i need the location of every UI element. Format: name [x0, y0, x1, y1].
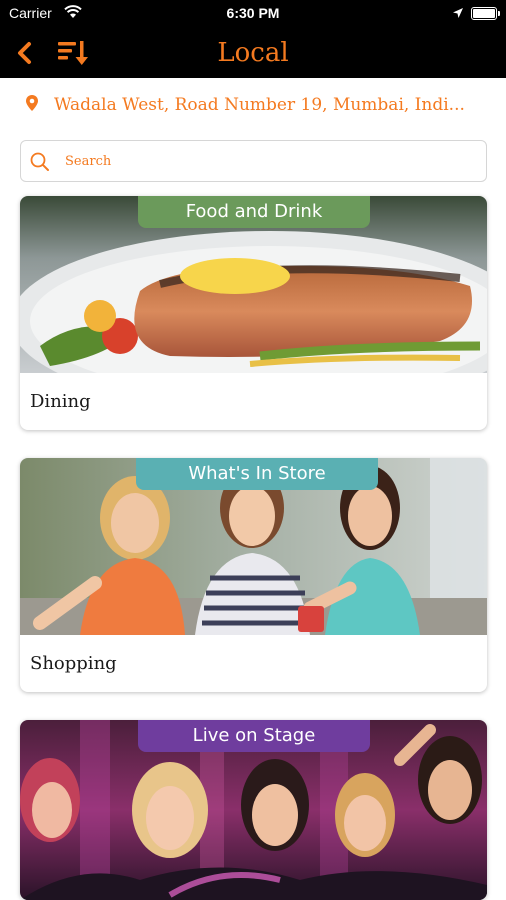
search-box[interactable] — [20, 140, 487, 182]
location-arrow-icon — [452, 6, 464, 24]
live-stage-image: Live on Stage — [20, 720, 487, 900]
status-time: 6:30 PM — [226, 5, 280, 21]
category-card-live-on-stage[interactable]: Live on Stage — [20, 720, 487, 900]
card-label: Shopping — [30, 653, 117, 674]
map-pin-icon — [25, 94, 39, 117]
battery-icon — [471, 7, 500, 20]
chevron-left-icon — [18, 42, 31, 64]
category-card-dining[interactable]: Food and Drink Dining — [20, 196, 487, 430]
search-icon — [29, 151, 51, 178]
nav-bar: Local — [0, 28, 506, 78]
location-text: Wadala West, Road Number 19, Mumbai, Ind… — [54, 95, 465, 115]
search-input[interactable] — [65, 149, 465, 173]
sort-button[interactable] — [56, 38, 92, 68]
back-button[interactable] — [12, 38, 38, 68]
card-banner: Live on Stage — [138, 720, 370, 752]
location-row[interactable]: Wadala West, Road Number 19, Mumbai, Ind… — [0, 82, 506, 130]
card-banner: What's In Store — [136, 458, 378, 490]
shopping-image: What's In Store — [20, 458, 487, 635]
status-bar: Carrier 6:30 PM — [0, 0, 506, 28]
dining-image: Food and Drink — [20, 196, 487, 373]
card-label: Dining — [30, 391, 91, 412]
category-card-shopping[interactable]: What's In Store Shopping — [20, 458, 487, 692]
card-banner: Food and Drink — [138, 196, 370, 228]
sort-icon — [58, 41, 88, 65]
